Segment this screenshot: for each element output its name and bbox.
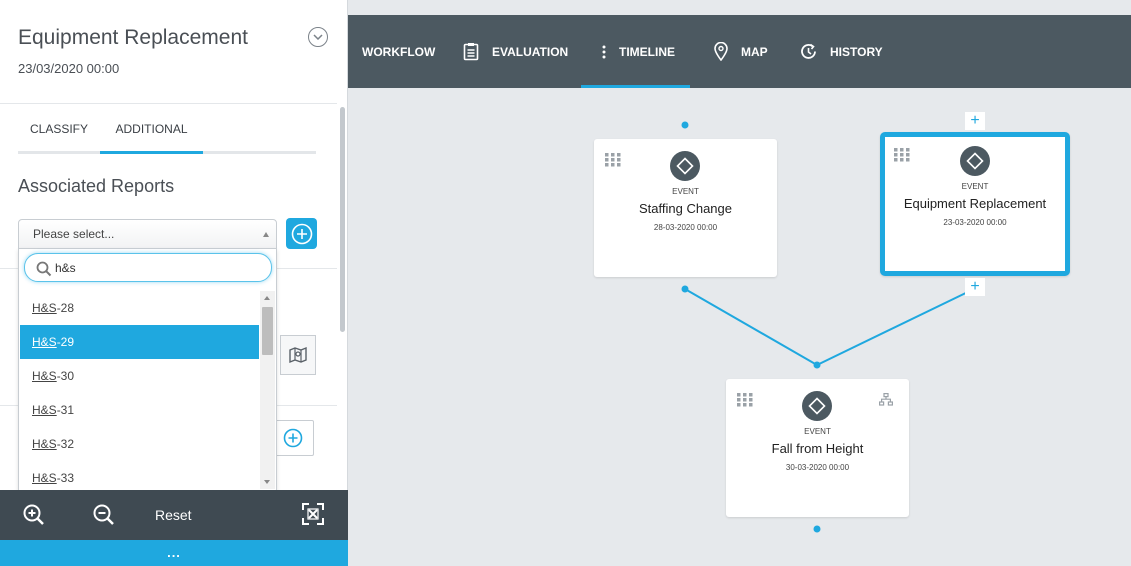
divider xyxy=(0,103,337,104)
option-suffix: -30 xyxy=(56,369,75,383)
node-date: 30-03-2020 00:00 xyxy=(785,463,850,472)
associated-reports-heading: Associated Reports xyxy=(18,176,175,196)
collapse-chevron-icon[interactable] xyxy=(308,27,328,47)
history-icon xyxy=(800,43,817,60)
vertical-dots-icon xyxy=(602,45,606,59)
timeline-node-equipment-replacement[interactable]: EVENT Equipment Replacement 23-03-2020 0… xyxy=(880,132,1070,276)
option-suffix: -28 xyxy=(56,301,75,315)
add-report-button[interactable] xyxy=(286,218,317,249)
option-suffix: -32 xyxy=(56,437,75,451)
nav-label: MAP xyxy=(741,44,768,59)
scroll-up-icon[interactable] xyxy=(264,296,270,300)
fit-screen-button[interactable] xyxy=(302,503,324,525)
clipboard-icon xyxy=(463,42,479,61)
node-title: Fall from Height xyxy=(771,441,864,456)
option-prefix: H&S xyxy=(32,403,57,417)
more-options-bar[interactable]: ... xyxy=(0,540,348,566)
panel-date: 23/03/2020 00:00 xyxy=(18,61,120,76)
dropdown-search[interactable] xyxy=(24,253,272,282)
dropdown-scrollbar[interactable] xyxy=(260,291,275,489)
list-item[interactable]: H&S-33 xyxy=(20,461,259,489)
nav-history[interactable]: HISTORY xyxy=(800,15,883,88)
zoom-in-icon xyxy=(23,504,44,525)
node-title: Staffing Change xyxy=(639,201,732,216)
nav-label: HISTORY xyxy=(830,44,883,59)
scroll-down-icon[interactable] xyxy=(264,480,270,484)
scroll-thumb[interactable] xyxy=(262,307,273,355)
list-item[interactable]: H&S-31 xyxy=(20,393,259,427)
nav-label: WORKFLOW xyxy=(362,44,436,59)
list-item[interactable]: H&S-29 xyxy=(20,325,259,359)
option-suffix: -29 xyxy=(56,335,75,349)
top-nav: WORKFLOW EVALUATION TIMELINE MAP HISTORY xyxy=(348,15,1131,88)
more-dots: ... xyxy=(167,545,181,560)
event-diamond-icon xyxy=(670,151,700,181)
timeline-canvas[interactable]: EVENT Staffing Change 28-03-2020 00:00 E… xyxy=(348,88,1131,566)
option-prefix: H&S xyxy=(32,471,57,485)
nav-timeline[interactable]: TIMELINE xyxy=(581,15,690,88)
node-date: 28-03-2020 00:00 xyxy=(653,223,718,232)
option-prefix: H&S xyxy=(32,301,57,315)
timeline-node-fall-from-height[interactable]: EVENT Fall from Height 30-03-2020 00:00 xyxy=(726,379,909,517)
nav-workflow[interactable]: WORKFLOW xyxy=(362,15,435,88)
drag-grip-icon[interactable] xyxy=(605,153,622,167)
map-icon xyxy=(289,346,307,364)
option-prefix: H&S xyxy=(32,437,57,451)
option-prefix: H&S xyxy=(32,369,57,383)
select-value: Please select... xyxy=(33,227,115,241)
node-title: Equipment Replacement xyxy=(903,196,1047,211)
add-item-button[interactable] xyxy=(272,420,314,456)
list-item[interactable]: H&S-30 xyxy=(20,359,259,393)
tab-classify[interactable]: CLASSIFY xyxy=(18,108,100,151)
option-suffix: -33 xyxy=(56,471,75,485)
dropdown-list: H&S-28 H&S-29 H&S-30 H&S-31 H&S-32 H&S-3… xyxy=(20,291,259,489)
associated-reports-select[interactable]: Please select... xyxy=(18,219,277,249)
nav-label: TIMELINE xyxy=(619,44,675,59)
node-date: 23-03-2020 00:00 xyxy=(943,218,1007,227)
drag-grip-icon[interactable] xyxy=(737,393,754,407)
panel-title: Equipment Replacement xyxy=(18,26,248,49)
zoom-toolbar: Reset xyxy=(0,490,348,540)
zoom-out-button[interactable] xyxy=(92,503,116,527)
node-type: EVENT xyxy=(804,427,831,436)
map-pin-icon xyxy=(714,42,728,61)
option-prefix: H&S xyxy=(32,335,57,349)
option-suffix: -31 xyxy=(56,403,75,417)
hierarchy-icon[interactable] xyxy=(879,393,893,406)
tab-additional[interactable]: ADDITIONAL xyxy=(100,108,203,154)
search-input[interactable] xyxy=(55,258,255,278)
reset-button[interactable]: Reset xyxy=(155,507,192,523)
reports-dropdown: H&S-28 H&S-29 H&S-30 H&S-31 H&S-32 H&S-3… xyxy=(18,248,277,491)
zoom-out-icon xyxy=(93,504,114,525)
add-after-button[interactable]: + xyxy=(965,278,985,296)
event-diamond-icon xyxy=(960,146,990,176)
node-type: EVENT xyxy=(961,182,989,191)
panel-tabs: CLASSIFY ADDITIONAL xyxy=(18,108,316,154)
list-item[interactable]: H&S-32 xyxy=(20,427,259,461)
plus-circle-icon xyxy=(283,428,303,448)
search-icon xyxy=(36,261,52,277)
plus-circle-icon xyxy=(291,223,312,244)
node-type: EVENT xyxy=(672,187,699,196)
panel-scrollbar[interactable] xyxy=(340,107,345,332)
caret-up-icon xyxy=(263,232,269,237)
nav-label: EVALUATION xyxy=(492,44,569,59)
list-item[interactable]: H&S-28 xyxy=(20,291,259,325)
map-button[interactable] xyxy=(280,335,316,375)
nav-evaluation[interactable]: EVALUATION xyxy=(463,15,568,88)
left-panel: Equipment Replacement 23/03/2020 00:00 C… xyxy=(0,0,348,566)
nav-map[interactable]: MAP xyxy=(714,15,768,88)
timeline-node-staffing-change[interactable]: EVENT Staffing Change 28-03-2020 00:00 xyxy=(594,139,777,277)
event-diamond-icon xyxy=(802,391,832,421)
zoom-in-button[interactable] xyxy=(22,503,46,527)
drag-grip-icon[interactable] xyxy=(894,148,911,162)
add-before-button[interactable]: + xyxy=(965,112,985,130)
fit-screen-icon xyxy=(302,503,324,525)
